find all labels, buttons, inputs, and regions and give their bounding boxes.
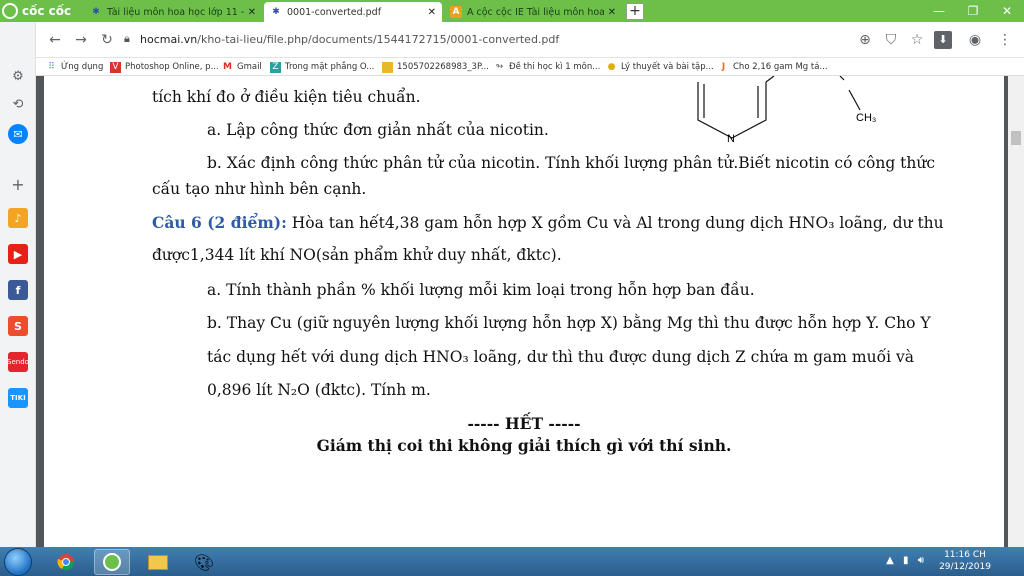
close-window-icon[interactable]: ✕: [990, 0, 1024, 22]
network-icon[interactable]: ▮: [903, 555, 909, 566]
tab-tai-lieu[interactable]: ✱ Tài liệu môn hoa học lớp 11 - HOC ✕: [84, 2, 262, 22]
site-favicon-icon: Z: [270, 61, 281, 73]
coccoc-logo-icon: [2, 3, 18, 19]
tiki-icon[interactable]: TIKI: [8, 388, 28, 408]
text-line: b. Thay Cu (giữ nguyên lượng khối lượng …: [207, 314, 931, 332]
n-bond: [839, 76, 845, 81]
address-bar[interactable]: hocmai.vn/kho-tai-lieu/file.php/document…: [140, 33, 559, 46]
tab-ie[interactable]: A A cộc cộc IE Tài liệu môn hoa học ✕: [444, 2, 622, 22]
text-line: cấu tạo như hình bên cạnh.: [152, 180, 367, 198]
facebook-icon[interactable]: f: [8, 280, 28, 300]
text-line: a. Tính thành phần % khối lượng mỗi kim …: [207, 281, 755, 299]
download-icon[interactable]: ⬇: [934, 31, 952, 49]
date-text: 29/12/2019: [939, 562, 991, 572]
bookmark-ly-thuyet[interactable]: ● Lý thuyết và bài tập...: [606, 60, 714, 74]
bookmarks-bar: ⠿ Ứng dụng V Photoshop Online, p... M Gm…: [0, 58, 1024, 76]
nicotine-structure: [697, 76, 861, 139]
scrollbar-thumb[interactable]: [1011, 131, 1021, 145]
question-label: Câu 6 (2 điểm):: [152, 213, 287, 232]
maximize-icon[interactable]: ❐: [956, 0, 990, 22]
add-icon[interactable]: +: [8, 174, 28, 194]
tab-strip: cốc cốc ✱ Tài liệu môn hoa học lớp 11 - …: [0, 0, 1024, 22]
question-text: Hòa tan hết4,38 gam hỗn hợp X gồm Cu và …: [286, 214, 944, 232]
question-6: Câu 6 (2 điểm): Hòa tan hết4,38 gam hỗn …: [152, 213, 944, 232]
lightbulb-icon: ●: [607, 61, 616, 72]
scrollbar[interactable]: [1008, 76, 1024, 547]
close-icon[interactable]: ✕: [428, 7, 436, 18]
left-sidebar: ⚙ ⟲ ✉ + ♪ ▶ f S Sendo TIKI: [0, 22, 36, 547]
minimize-icon[interactable]: —: [922, 0, 956, 22]
methyl-bond: [848, 89, 861, 111]
link-icon: ↬: [495, 61, 504, 72]
pdf-page: N CH₃ tích khí đo ở điều kiện tiêu chuẩn…: [44, 76, 1004, 547]
bookmark-file[interactable]: 1505702268983_3P...: [382, 60, 489, 74]
close-icon[interactable]: ✕: [248, 7, 256, 18]
bookmark-cho-mg[interactable]: J Cho 2,16 gam Mg tá...: [718, 60, 828, 74]
bookmark-gmail[interactable]: M Gmail: [222, 60, 262, 74]
site-favicon-icon: J: [721, 61, 726, 72]
end-marker: ----- HẾT -----: [467, 414, 581, 433]
methyl-label: CH₃: [856, 112, 877, 124]
gmail-icon: M: [223, 61, 232, 72]
bookmark-de-thi[interactable]: ↬ Đề thi học kì 1 môn...: [494, 60, 601, 74]
gear-icon[interactable]: ⚙: [8, 66, 28, 86]
pdf-viewer: N CH₃ tích khí đo ở điều kiện tiêu chuẩn…: [36, 76, 1024, 547]
music-icon[interactable]: ♪: [8, 208, 28, 228]
history-icon[interactable]: ⟲: [8, 94, 28, 114]
text-line: tác dụng hết với dung dịch HNO₃ loãng, d…: [207, 348, 914, 366]
chrome-taskbar-icon[interactable]: [48, 549, 84, 575]
time-text: 11:16 CH: [944, 550, 986, 560]
folder-icon: [148, 554, 168, 570]
back-icon[interactable]: ←: [46, 31, 64, 49]
new-tab-button[interactable]: +: [626, 3, 644, 20]
paint-taskbar-icon[interactable]: 🎨︎: [186, 549, 222, 575]
text-line: b. Xác định công thức phân tử của nicoti…: [207, 154, 936, 172]
zoom-icon[interactable]: ⊕: [856, 31, 874, 49]
text-line: tích khí đo ở điều kiện tiêu chuẩn.: [152, 88, 421, 106]
youtube-icon[interactable]: ▶: [8, 244, 28, 264]
apps-grid-icon: ⠿: [48, 61, 55, 72]
text-line: được1,344 lít khí NO(sản phẩm khử duy nh…: [152, 246, 562, 264]
sendo-icon[interactable]: Sendo: [7, 352, 29, 372]
bookmark-photoshop[interactable]: V Photoshop Online, p...: [110, 60, 219, 74]
coccoc-taskbar-icon[interactable]: [94, 549, 130, 575]
system-tray[interactable]: ▲ ▮ 🔊︎: [886, 555, 924, 566]
bookmark-oxy[interactable]: Z Trong mặt phẳng O...: [270, 60, 374, 74]
explorer-taskbar-icon[interactable]: [140, 549, 176, 575]
nitrogen-label: N: [727, 133, 735, 145]
toolbar: ◧ ← → ↻ 🔒︎ hocmai.vn/kho-tai-lieu/file.p…: [0, 22, 1024, 58]
ie-favicon-icon: A: [450, 6, 462, 18]
messenger-icon[interactable]: ✉: [8, 124, 28, 144]
account-icon[interactable]: ◉: [966, 31, 984, 49]
shield-icon[interactable]: ⛉: [882, 31, 900, 49]
star-icon[interactable]: ☆: [908, 31, 926, 49]
tab-pdf[interactable]: ✱ 0001-converted.pdf ✕: [264, 2, 442, 22]
photoshop-icon: V: [110, 61, 121, 73]
volume-icon[interactable]: 🔊︎: [918, 555, 924, 566]
menu-icon[interactable]: ⋮: [996, 31, 1014, 49]
arrow-up-icon[interactable]: ▲: [886, 555, 894, 566]
forward-icon[interactable]: →: [72, 31, 90, 49]
chrome-icon: [57, 554, 75, 571]
hocmai-favicon-icon: ✱: [92, 7, 100, 17]
clock[interactable]: 11:16 CH 29/12/2019: [930, 549, 1000, 573]
text-line: 0,896 lít N₂O (đktc). Tính m.: [207, 381, 431, 399]
lock-icon[interactable]: 🔒︎: [124, 32, 130, 46]
reload-icon[interactable]: ↻: [98, 31, 116, 49]
coccoc-icon: [103, 553, 121, 571]
paint-palette-icon: 🎨︎: [193, 552, 215, 572]
exam-note: Giám thị coi thi không giải thích gì với…: [316, 436, 732, 455]
taskbar: 🎨︎ ▲ ▮ 🔊︎ 11:16 CH 29/12/2019: [0, 547, 1024, 576]
brand-name: cốc cốc: [22, 4, 72, 18]
hocmai-favicon-icon: ✱: [272, 7, 280, 17]
shopee-icon[interactable]: S: [8, 316, 28, 336]
folder-icon: [382, 61, 393, 73]
close-icon[interactable]: ✕: [608, 7, 616, 18]
browser-brand[interactable]: cốc cốc: [2, 1, 71, 21]
bookmark-apps[interactable]: ⠿ Ứng dụng: [46, 60, 103, 74]
pyridine-ring: [697, 82, 767, 139]
ring-bond: [765, 76, 775, 83]
text-line: a. Lập công thức đơn giản nhất của nicot…: [207, 121, 549, 139]
start-button[interactable]: [4, 548, 32, 576]
